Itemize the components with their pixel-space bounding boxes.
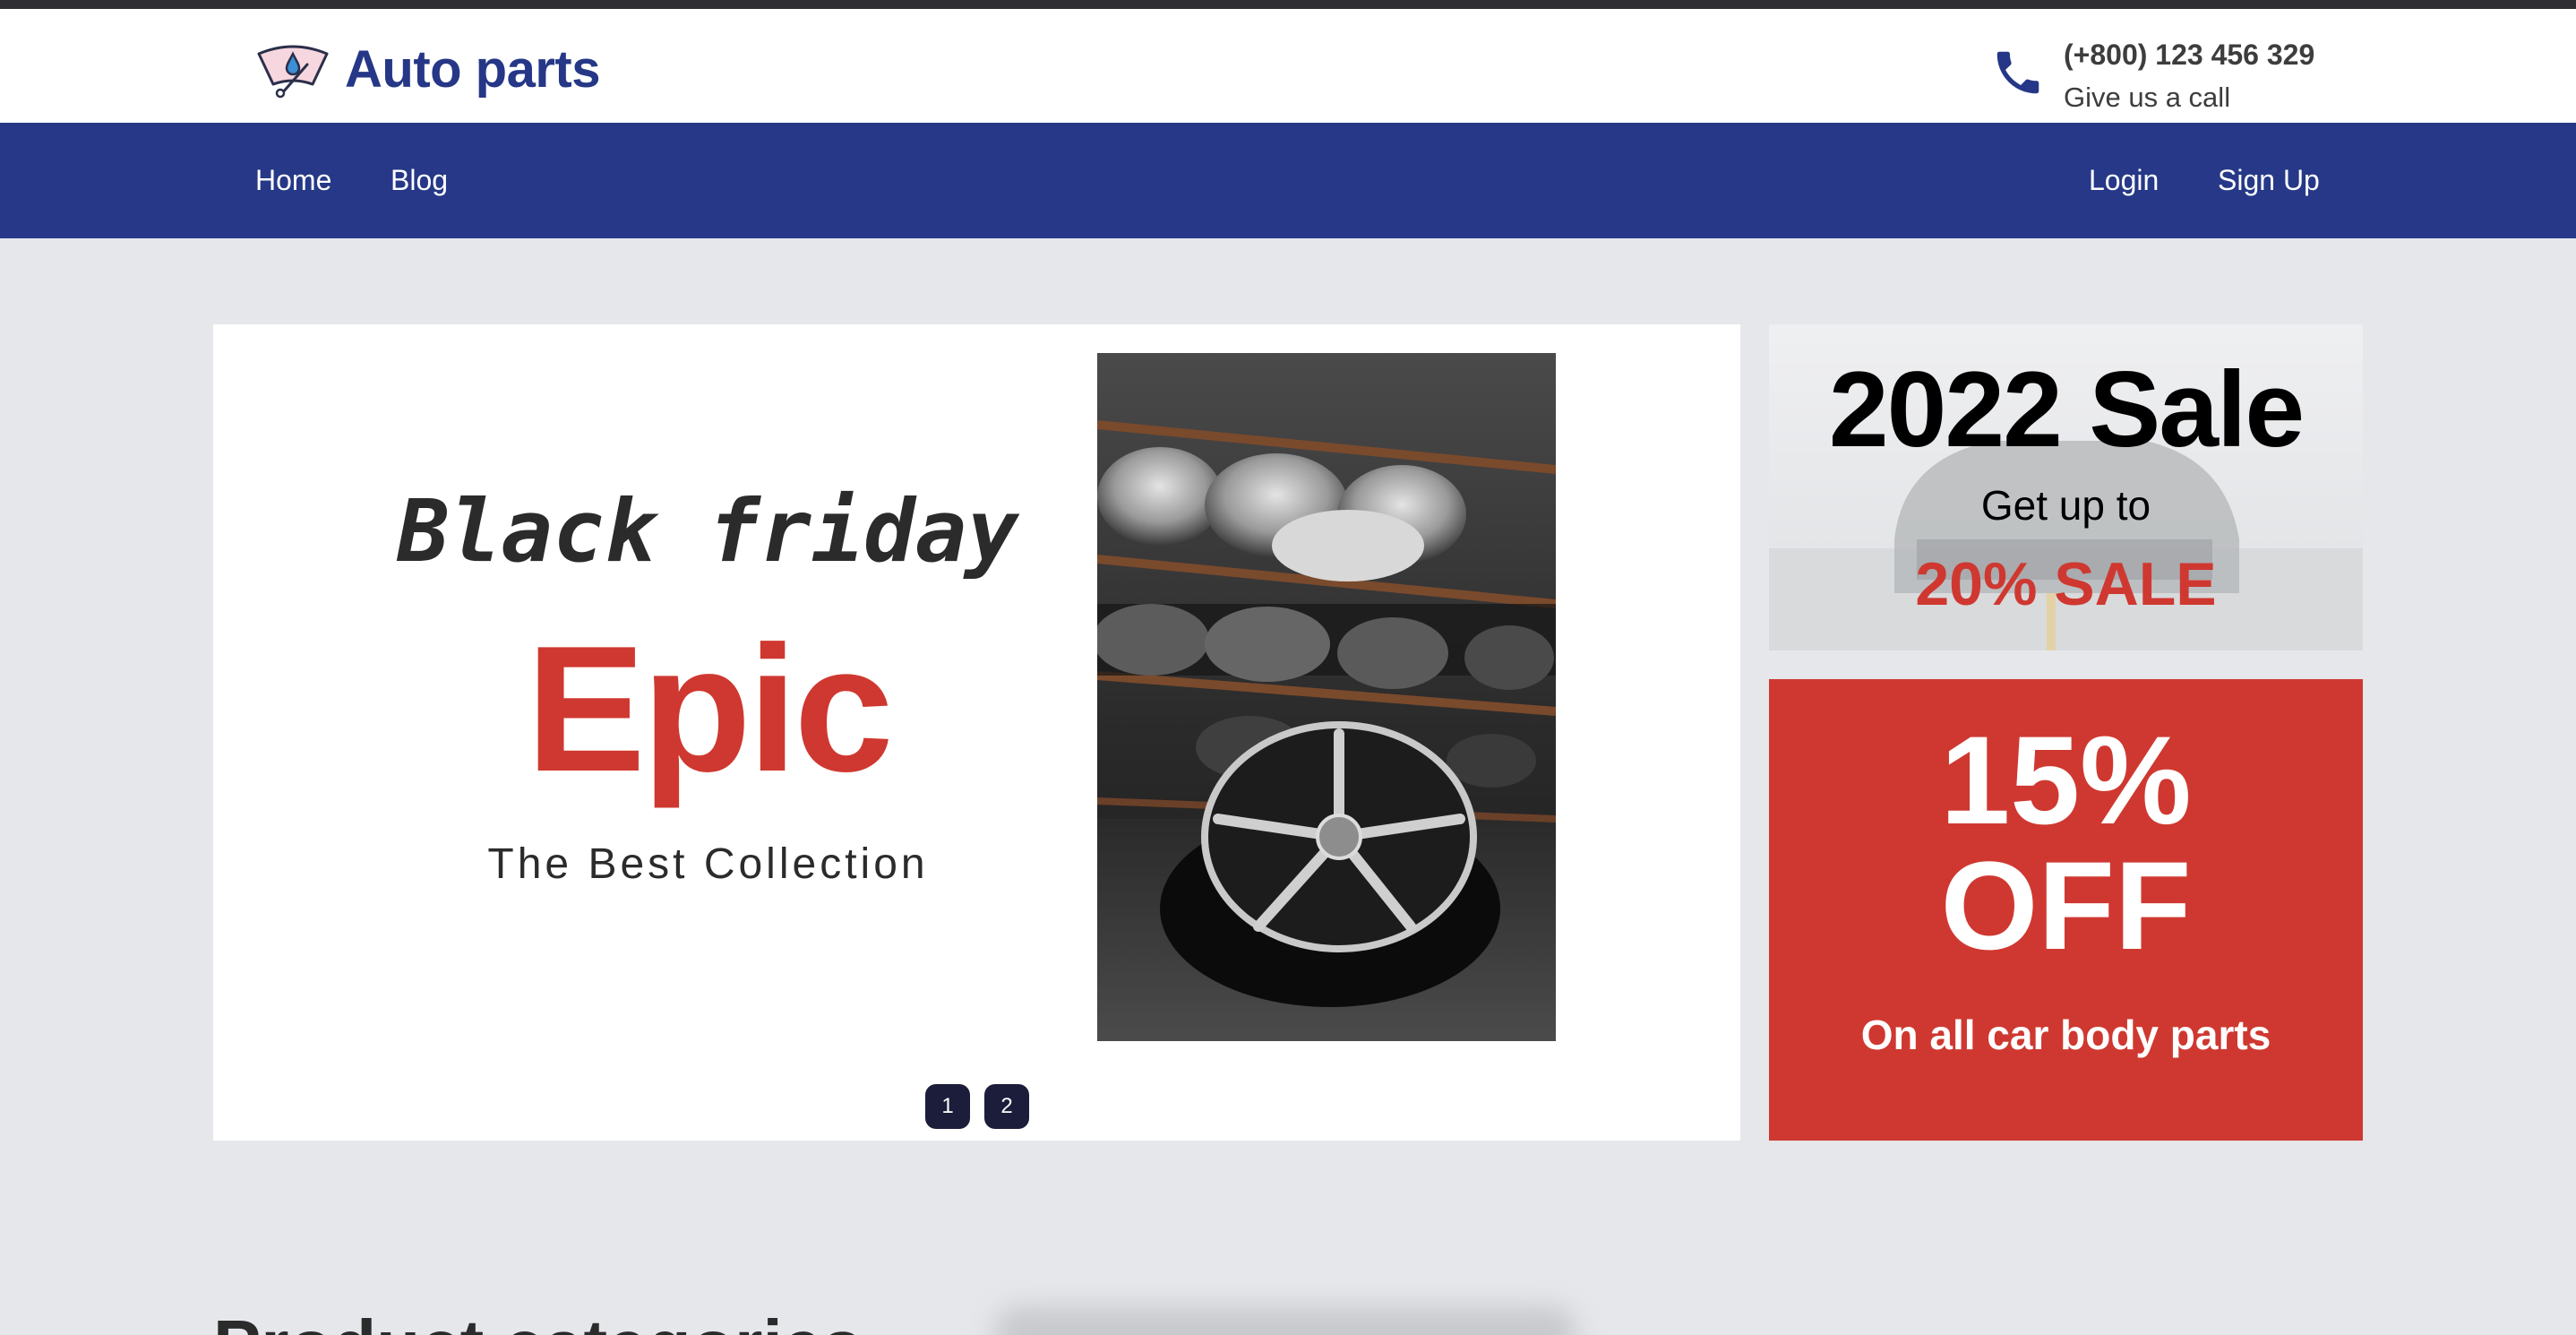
section-title: Product categories [213, 1310, 863, 1335]
phone-number[interactable]: (+800) 123 456 329 [2064, 32, 2314, 77]
carousel-page-2-button[interactable]: 2 [984, 1084, 1029, 1129]
hero-headline: Epic [526, 609, 893, 809]
nav-home-link[interactable]: Home [255, 123, 331, 238]
card-shadow [994, 1306, 1576, 1335]
hero-carousel: Black friday Epic The Best Collection 1 … [213, 324, 1740, 1141]
discount-subtitle: On all car body parts [1860, 1012, 2271, 1058]
carousel-pagination: 1 2 [925, 1084, 1029, 1129]
brand-logo[interactable]: Auto parts [255, 39, 601, 99]
hero-kicker: Black friday [397, 481, 1019, 581]
nav-login-link[interactable]: Login [2089, 123, 2159, 238]
hero-tagline: The Best Collection [487, 840, 929, 888]
window-top-bar [0, 0, 2576, 9]
nav-signup-link[interactable]: Sign Up [2218, 123, 2320, 238]
contact-subtitle: Give us a call [2064, 82, 2231, 113]
site-header: Auto parts (+800) 123 456 329 Give us a … [0, 9, 2576, 123]
windshield-wiper-icon [257, 45, 329, 98]
sale-promo-subtitle: Get up to [1980, 482, 2151, 529]
main-nav: Home Blog Login Sign Up [0, 123, 2576, 238]
sale-promo-title: 2022 Sale [1828, 349, 2305, 469]
sale-promo-card[interactable]: 2022 Sale Get up to 20% SALE [1769, 324, 2363, 650]
carousel-page-1-button[interactable]: 1 [925, 1084, 970, 1129]
discount-percent: 15% [1940, 710, 2192, 850]
sale-promo-highlight: 20% SALE [1915, 550, 2217, 618]
brand-name: Auto parts [345, 40, 601, 99]
contact-text: (+800) 123 456 329 Give us a call [2064, 32, 2314, 118]
discount-label: OFF [1940, 835, 2192, 976]
discount-promo-card[interactable]: 15% OFF On all car body parts [1769, 679, 2363, 1141]
alloy-wheels-shelf-photo [1097, 353, 1556, 1041]
contact-block[interactable]: (+800) 123 456 329 Give us a call [1990, 32, 2314, 118]
phone-icon [1996, 51, 2039, 94]
nav-blog-link[interactable]: Blog [391, 123, 448, 238]
